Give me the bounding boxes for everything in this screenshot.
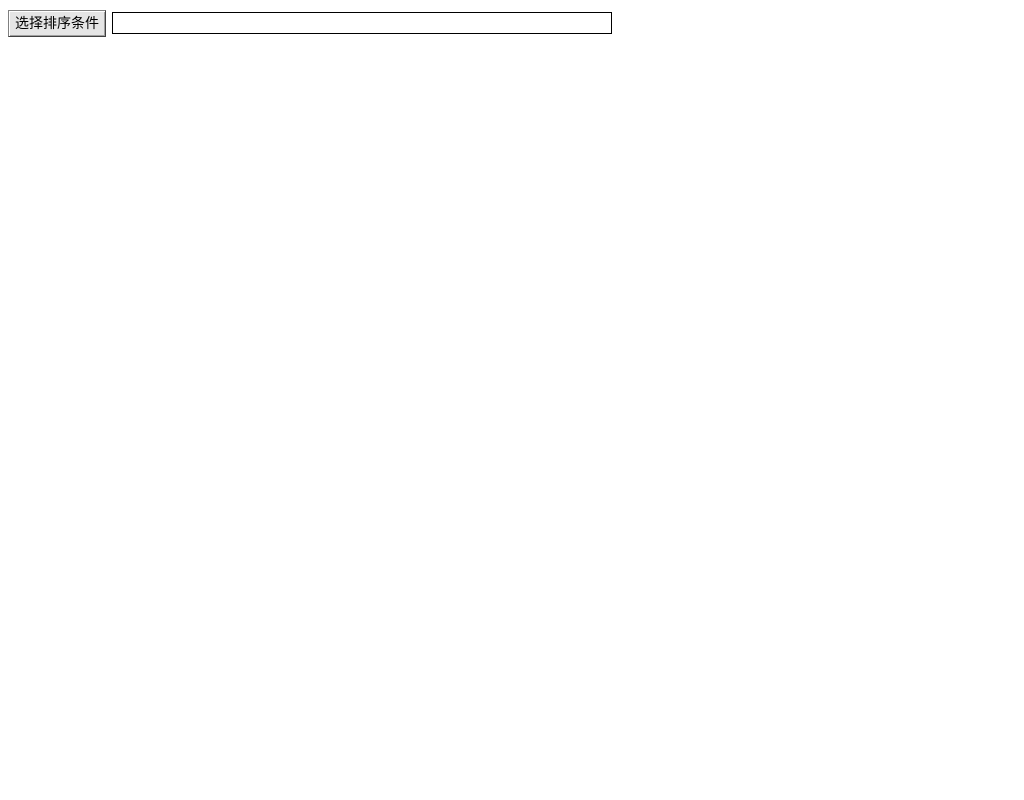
select-sort-criteria-button[interactable]: 选择排序条件 (8, 10, 106, 37)
toolbar: 选择排序条件 (8, 10, 1016, 37)
sort-criteria-input[interactable] (112, 12, 612, 34)
